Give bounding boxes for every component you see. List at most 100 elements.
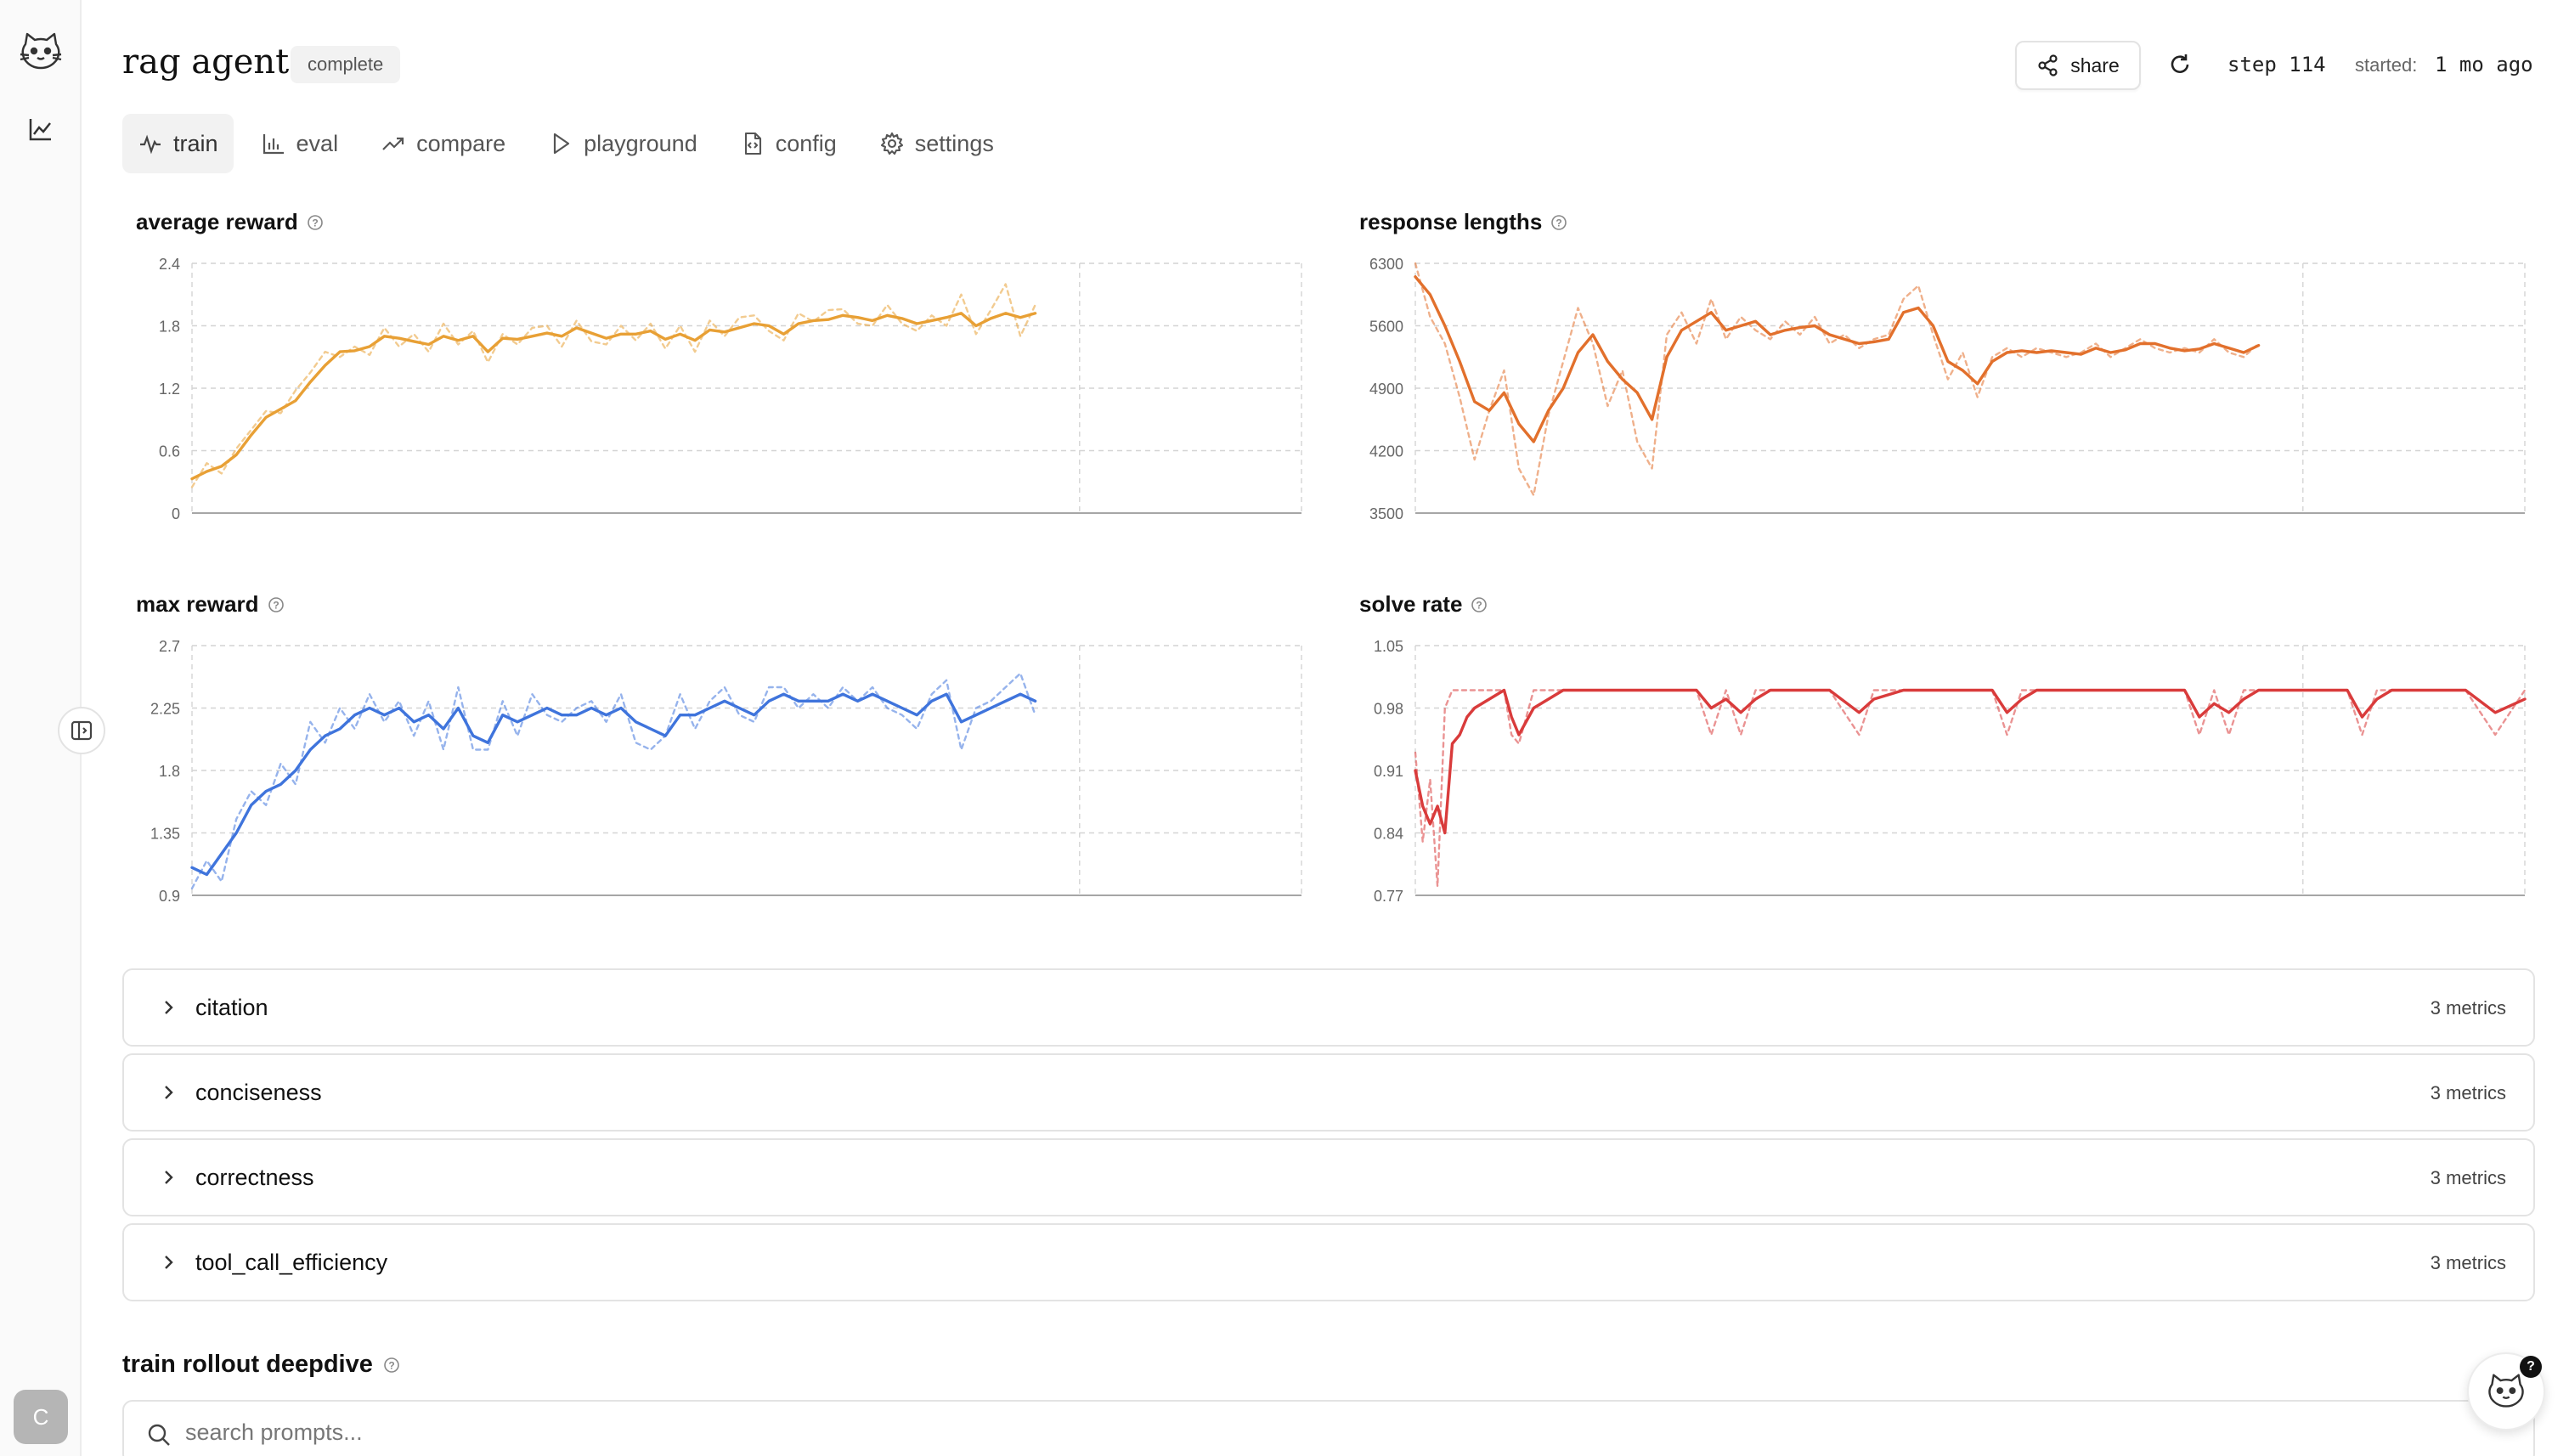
y-tick-label: 1.8 — [159, 763, 180, 780]
share-icon — [2038, 54, 2058, 76]
y-tick-label: 0.98 — [1374, 701, 1403, 718]
metric-count: 3 metrics — [2430, 1167, 2506, 1188]
accordion-label: conciseness — [195, 1080, 322, 1105]
series-line-smoothed — [1414, 275, 2261, 443]
chart-title: max reward ? — [136, 591, 285, 618]
chart-average-reward: average reward ? 00.61.21.82.40120 — [122, 209, 1312, 566]
series-line-raw — [1414, 689, 2527, 888]
page-title: rag agent — [122, 42, 290, 82]
svg-text:?: ? — [273, 599, 279, 611]
chart-plot: 00.61.21.82.40120 — [159, 256, 1302, 522]
y-tick-label: 0.77 — [1374, 888, 1403, 904]
refresh-icon — [2171, 54, 2189, 73]
y-tick-label: 2.25 — [150, 701, 180, 718]
tab-playground[interactable]: playground — [533, 114, 713, 173]
chart-title-text: average reward — [136, 209, 298, 234]
series-line-smoothed — [190, 312, 1037, 481]
file-code-icon — [744, 132, 761, 155]
accordion-label: citation — [195, 995, 268, 1020]
series-line-smoothed — [1414, 688, 2527, 835]
cat-mascot-icon — [2488, 1374, 2524, 1408]
svg-text:?: ? — [1556, 217, 1562, 229]
search-input[interactable] — [185, 1402, 2479, 1456]
y-tick-label: 0.6 — [159, 443, 180, 460]
accordion-tool-call-efficiency[interactable]: tool_call_efficiency 3 metrics — [122, 1223, 2535, 1301]
chart-title: average reward ? — [136, 209, 324, 235]
y-tick-label: 1.2 — [159, 381, 180, 398]
y-tick-label: 0.84 — [1374, 826, 1403, 843]
tab-label: playground — [584, 130, 697, 156]
info-icon[interactable]: ? — [268, 596, 285, 613]
chart-title-text: solve rate — [1359, 591, 1463, 617]
panel-left-icon — [71, 720, 93, 741]
svg-text:?: ? — [312, 217, 318, 229]
y-tick-label: 2.7 — [159, 638, 180, 655]
series-line-raw — [190, 283, 1036, 488]
info-icon[interactable]: ? — [383, 1357, 400, 1374]
tab-label: settings — [914, 130, 994, 156]
accordion-citation[interactable]: citation 3 metrics — [122, 968, 2535, 1047]
search-icon — [148, 1424, 170, 1446]
user-avatar[interactable]: C — [14, 1390, 68, 1444]
status-badge: complete — [291, 46, 401, 83]
started-label: started: — [2355, 54, 2418, 76]
accordion-correctness[interactable]: correctness 3 metrics — [122, 1138, 2535, 1216]
play-icon — [554, 133, 570, 155]
share-button[interactable]: share — [2015, 41, 2141, 90]
y-tick-label: 5600 — [1369, 319, 1403, 336]
info-icon[interactable]: ? — [1550, 214, 1567, 231]
metric-count: 3 metrics — [2430, 1082, 2506, 1103]
tab-compare[interactable]: compare — [365, 114, 521, 173]
chart-title: response lengths ? — [1359, 209, 1567, 235]
chart-title: solve rate ? — [1359, 591, 1488, 618]
info-icon[interactable]: ? — [1471, 596, 1488, 613]
chart-solve-rate: solve rate ? 0.770.840.910.981.050120 — [1346, 591, 2535, 948]
svg-text:?: ? — [388, 1359, 394, 1371]
chart-plot: 0.91.351.82.252.70120 — [150, 638, 1302, 904]
help-badge: ? — [2520, 1356, 2542, 1378]
chevron-right-icon — [165, 1256, 173, 1269]
metric-count: 3 metrics — [2430, 997, 2506, 1019]
accordion-label: correctness — [195, 1165, 314, 1190]
search-box — [122, 1400, 2535, 1456]
chevron-right-icon — [165, 1086, 173, 1099]
section-title: train rollout deepdive ? — [122, 1351, 400, 1379]
chart-max-reward: max reward ? 0.91.351.82.252.70120 — [122, 591, 1312, 948]
chevron-right-icon — [165, 1171, 173, 1184]
share-label: share — [2070, 54, 2120, 76]
series-line-raw — [190, 672, 1036, 889]
step-counter: step 114 — [2227, 53, 2326, 76]
y-tick-label: 3500 — [1369, 505, 1403, 522]
tab-eval[interactable]: eval — [246, 114, 354, 173]
tab-settings[interactable]: settings — [864, 114, 1009, 173]
refresh-button[interactable] — [2163, 48, 2197, 82]
tab-label: eval — [296, 130, 339, 156]
y-tick-label: 0.91 — [1374, 763, 1403, 780]
trending-up-icon — [382, 137, 404, 150]
gear-icon — [880, 132, 903, 155]
y-tick-label: 0 — [172, 505, 180, 522]
tab-label: train — [173, 130, 218, 156]
chart-plot: 0.770.840.910.981.050120 — [1374, 638, 2527, 904]
accordion-label: tool_call_efficiency — [195, 1250, 388, 1275]
chart-response-lengths: response lengths ? 350042004900560063000… — [1346, 209, 2535, 566]
tab-train[interactable]: train — [122, 114, 234, 173]
accordion-conciseness[interactable]: conciseness 3 metrics — [122, 1053, 2535, 1132]
help-button[interactable]: ? — [2467, 1352, 2545, 1431]
y-tick-label: 4900 — [1369, 381, 1403, 398]
y-tick-label: 6300 — [1369, 256, 1403, 273]
y-tick-label: 1.05 — [1374, 638, 1403, 655]
info-icon[interactable]: ? — [307, 214, 324, 231]
chart-line-icon[interactable] — [27, 116, 54, 143]
sidebar-toggle-button[interactable] — [58, 707, 105, 754]
started-value: 1 mo ago — [2435, 53, 2533, 76]
y-tick-label: 1.8 — [159, 319, 180, 336]
chart-title-text: max reward — [136, 591, 259, 617]
chevron-right-icon — [165, 1001, 173, 1014]
section-title-text: train rollout deepdive — [122, 1351, 373, 1378]
y-tick-label: 1.35 — [150, 826, 180, 843]
tab-config[interactable]: config — [725, 114, 852, 173]
y-tick-label: 4200 — [1369, 443, 1403, 460]
y-tick-label: 0.9 — [159, 888, 180, 904]
cat-logo-icon[interactable] — [17, 31, 65, 73]
